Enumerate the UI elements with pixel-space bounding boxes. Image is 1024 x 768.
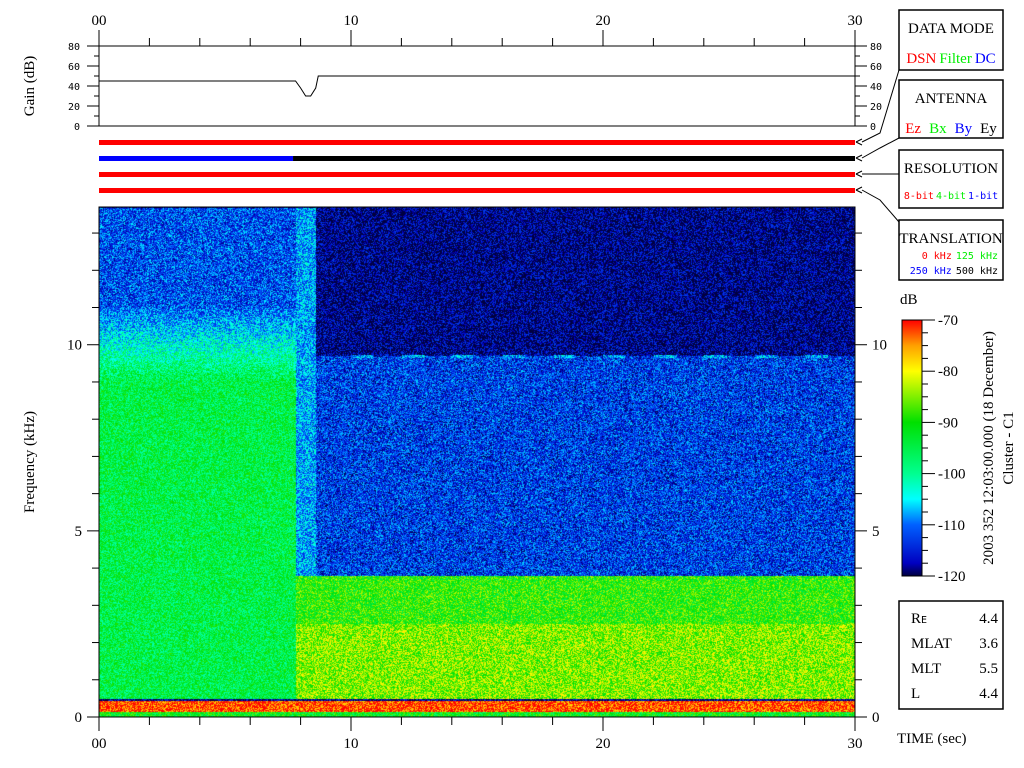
strip-translation [99, 188, 855, 193]
colorbar-tick-label: -90 [938, 415, 958, 431]
gain-tick-label-left: 40 [68, 82, 80, 93]
gain-tick-label-left: 60 [68, 62, 80, 73]
time-tick-label-bottom: 10 [344, 736, 359, 752]
colorbar-tick-label: -120 [938, 569, 966, 585]
freq-tick-label-left: 10 [67, 338, 82, 354]
position-value: 4.4 [979, 611, 998, 627]
spectrogram-border [98, 206, 856, 718]
freq-tick-label-left: 0 [75, 710, 83, 726]
plot-frame: 00001010202030300 05 510 10 0 020 2040 4060 608… [22, 9, 1017, 752]
position-value: 5.5 [979, 661, 998, 677]
gain-tick-label-right: 40 [870, 82, 882, 93]
freq-tick-label-right: 5 [872, 524, 880, 540]
legend-title: TRANSLATION [899, 231, 1002, 247]
gain-tick-label-right: 80 [870, 42, 882, 53]
time-tick-label-bottom: 30 [848, 736, 863, 752]
colorbar [901, 319, 923, 577]
position-label: L [911, 686, 920, 702]
colorbar-unit: dB [900, 292, 918, 308]
colorbar-tick-label: -110 [938, 518, 965, 534]
time-tick-label-bottom: 00 [92, 736, 107, 752]
gain-line [99, 75, 855, 97]
gain-tick-label-right: 60 [870, 62, 882, 73]
status-strips [99, 140, 855, 193]
legend-title: ANTENNA [915, 91, 988, 107]
strip-data-mode [99, 140, 855, 145]
legend-title: DATA MODE [908, 21, 994, 37]
position-value: 3.6 [979, 636, 998, 652]
time-tick-label-top: 30 [848, 13, 863, 29]
gain-axis-label: Gain (dB) [22, 56, 38, 116]
axes: 00001010202030300 05 510 10 [67, 13, 887, 752]
time-tick-label-top: 00 [92, 13, 107, 29]
colorbar-ticks: -70 -80 -90 -100 -110 -120 [922, 313, 966, 585]
position-box: RE 4.4 MLAT 3.6 MLT 5.5 L 4.4 [898, 600, 1004, 710]
gain-tick-label-left: 80 [68, 42, 80, 53]
legend-items: 8-bit 4-bit 1-bit [904, 191, 998, 202]
colorbar-tick-label: -70 [938, 313, 958, 329]
time-axis-label: TIME (sec) [897, 731, 967, 747]
legend-translation: TRANSLATION 0 kHz 125 kHz 250 kHz 500 kHz [898, 219, 1004, 281]
freq-tick-label-right: 0 [872, 710, 880, 726]
spacecraft-label: Cluster - C1 [1001, 411, 1017, 484]
colorbar-tick-label: -100 [938, 467, 966, 483]
frequency-axis-label: Frequency (kHz) [22, 411, 38, 513]
time-tick-label-top: 10 [344, 13, 359, 29]
legend-items: DSN Filter DC [906, 51, 995, 67]
freq-tick-label-left: 5 [75, 524, 83, 540]
strip-antenna [293, 156, 855, 161]
legend-resolution: RESOLUTION 8-bit 4-bit 1-bit [898, 149, 1004, 209]
time-tick-label-top: 20 [596, 13, 611, 29]
gain-tick-label-left: 20 [68, 102, 80, 113]
gain-panel: 0 0 20 20 40 40 60 60 80 80 [68, 42, 882, 133]
freq-tick-label-right: 10 [872, 338, 887, 354]
position-label: MLT [911, 661, 941, 677]
legend-items: 0 kHz 125 kHz [922, 251, 998, 262]
legend-antenna: ANTENNA Ez Bx By Ey [898, 79, 1004, 139]
legend-data-mode: DATA MODE DSN Filter DC [898, 9, 1004, 71]
timestamp: 2003 352 12:03:00.000 (18 December) [981, 331, 997, 565]
gain-tick-label-left: 0 [74, 122, 80, 133]
strip-resolution [99, 172, 855, 177]
position-label: MLAT [911, 636, 952, 652]
gain-tick-label-right: 20 [870, 102, 882, 113]
strip-antenna [99, 156, 294, 161]
position-value: 4.4 [979, 686, 998, 702]
gain-tick-label-right: 0 [870, 122, 876, 133]
time-tick-label-bottom: 20 [596, 736, 611, 752]
colorbar-tick-label: -80 [938, 364, 958, 380]
legend-title: RESOLUTION [904, 161, 998, 177]
